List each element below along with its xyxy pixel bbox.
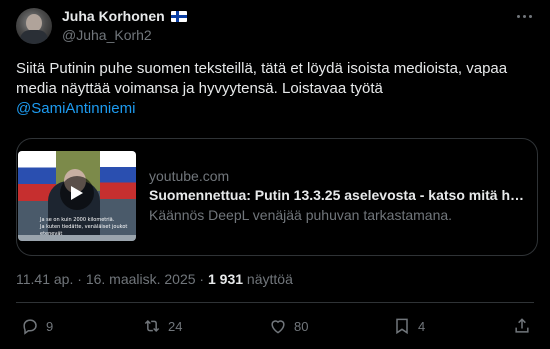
more-dot xyxy=(528,14,532,18)
mention-link[interactable]: @SamiAntinniemi xyxy=(16,100,135,117)
author-handle[interactable]: @Juha_Korh2 xyxy=(62,27,152,43)
avatar-body xyxy=(20,30,48,44)
card-text: youtube.com Suomennettua: Putin 13.3.25 … xyxy=(149,167,529,225)
reply-icon xyxy=(23,319,37,335)
finland-flag-icon xyxy=(170,10,187,22)
more-options-icon[interactable] xyxy=(514,10,534,22)
meta-separator: · xyxy=(195,271,208,287)
tweet-time[interactable]: 11.41 ap. xyxy=(16,271,73,287)
link-preview-card[interactable]: Ja se on kuin 2000 kilometriä. Ja kuten … xyxy=(16,138,538,256)
thumbnail-caption-line-1: Ja se on kuin 2000 kilometriä. xyxy=(40,217,115,223)
heart-icon xyxy=(271,320,285,334)
bookmark-icon xyxy=(396,318,408,335)
bookmark-button[interactable]: 4 xyxy=(392,312,425,340)
thumbnail-bottom-bar xyxy=(18,235,136,241)
card-domain: youtube.com xyxy=(149,168,230,184)
tweet-body: Siitä Putinin puhe suomen teksteillä, tä… xyxy=(16,60,508,97)
author-name-row: Juha Korhonen xyxy=(62,8,187,24)
card-description: Käännös DeepL venäjää puhuvan tarkastama… xyxy=(149,207,453,223)
tweet-text: Siitä Putinin puhe suomen teksteillä, tä… xyxy=(16,59,536,119)
author-display-name[interactable]: Juha Korhonen xyxy=(62,8,165,24)
reply-button[interactable]: 9 xyxy=(20,312,53,340)
views-count: 1 931 xyxy=(208,271,244,287)
meta-separator: · xyxy=(73,271,86,287)
divider xyxy=(16,302,534,303)
reply-count: 9 xyxy=(46,318,54,334)
tweet-meta: 11.41 ap. · 16. maalisk. 2025 · 1 931 nä… xyxy=(16,271,293,287)
play-icon[interactable] xyxy=(60,176,94,210)
bookmark-count: 4 xyxy=(418,318,426,334)
thumbnail-flag-right xyxy=(100,151,136,199)
views-label: näyttöä xyxy=(243,271,293,287)
video-thumbnail[interactable]: Ja se on kuin 2000 kilometriä. Ja kuten … xyxy=(18,151,136,241)
like-button[interactable]: 80 xyxy=(268,312,308,340)
share-button[interactable] xyxy=(512,312,532,340)
action-bar: 9 24 80 4 xyxy=(16,312,534,340)
more-dot xyxy=(522,14,526,18)
more-dot xyxy=(516,14,520,18)
like-count: 80 xyxy=(294,318,309,334)
avatar[interactable] xyxy=(16,8,52,44)
repost-icon xyxy=(144,319,160,333)
share-icon xyxy=(515,318,529,333)
repost-count: 24 xyxy=(168,318,183,334)
card-title: Suomennettua: Putin 13.3.25 aselevosta -… xyxy=(149,187,529,203)
repost-button[interactable]: 24 xyxy=(142,312,182,340)
tweet-date[interactable]: 16. maalisk. 2025 xyxy=(86,271,196,287)
